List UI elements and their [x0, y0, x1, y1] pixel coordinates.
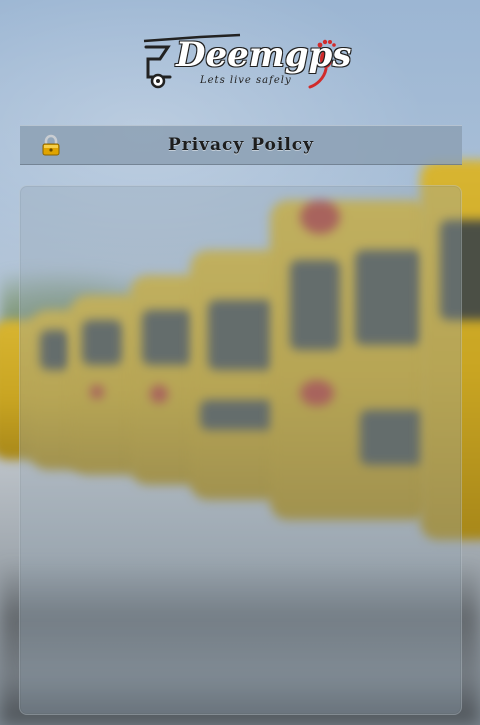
privacy-policy-content[interactable]	[19, 185, 462, 715]
app-header: Deemgps Lets live safely	[0, 0, 480, 120]
page-title: Privacy Poilcy	[167, 135, 315, 155]
page-title-bar: Privacy Poilcy	[20, 125, 462, 165]
logo-tagline: Lets live safely	[200, 75, 292, 86]
app-logo: Deemgps Lets live safely	[140, 29, 351, 99]
logo-wordmark: Deemgps	[176, 35, 352, 75]
lock-icon	[40, 134, 62, 156]
